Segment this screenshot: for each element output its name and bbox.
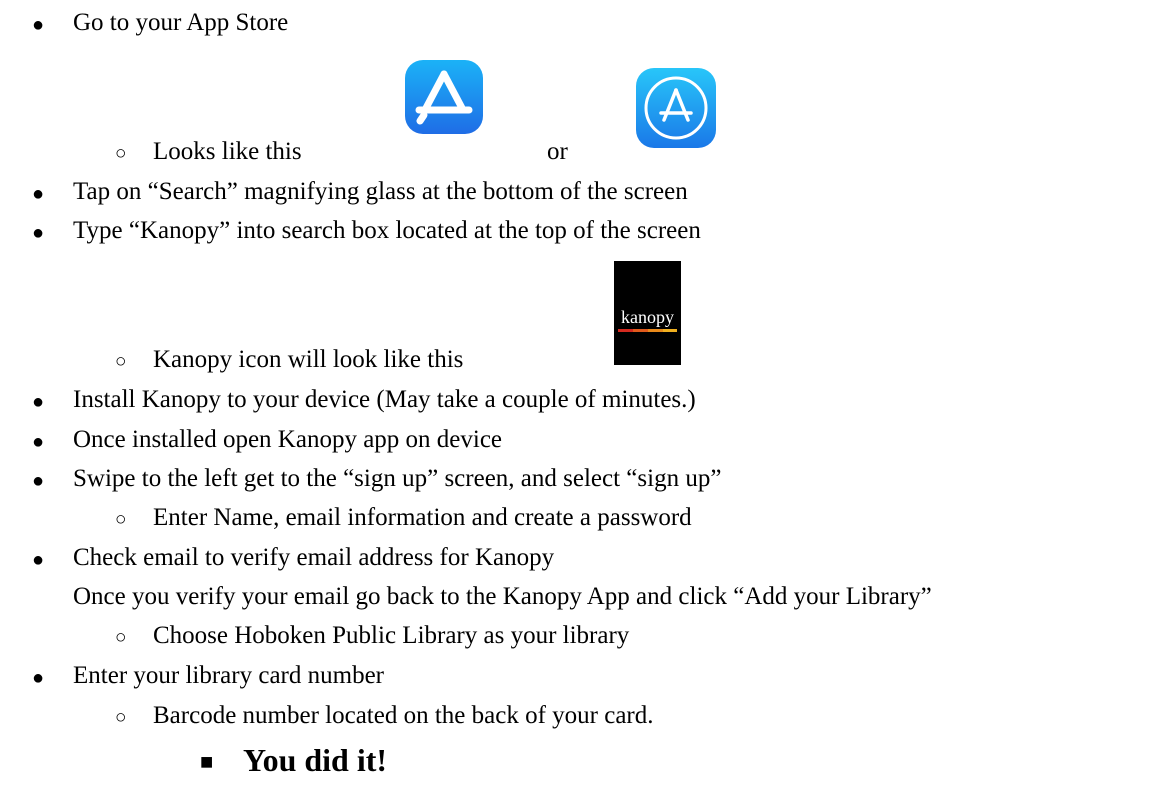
app-store-circle-icon bbox=[636, 68, 716, 148]
step-you-did-it: You did it! bbox=[243, 742, 388, 778]
step-install-kanopy: Install Kanopy to your device (May take … bbox=[73, 386, 696, 413]
bullet-marker: ● bbox=[32, 667, 45, 689]
step-tap-search: Tap on “Search” magnifying glass at the … bbox=[73, 178, 688, 205]
bullet-marker: ● bbox=[32, 222, 45, 244]
circle-marker: ○ bbox=[115, 143, 127, 164]
step-barcode: Barcode number located on the back of yo… bbox=[153, 702, 654, 729]
bullet-marker: ● bbox=[32, 391, 45, 413]
bullet-marker: ● bbox=[32, 470, 45, 492]
step-check-email: Check email to verify email address for … bbox=[73, 544, 555, 571]
step-choose-library: Choose Hoboken Public Library as your li… bbox=[153, 622, 630, 649]
square-marker: ■ bbox=[200, 749, 214, 774]
step-type-kanopy: Type “Kanopy” into search box located at… bbox=[73, 217, 701, 244]
kanopy-logo-icon: kanopy bbox=[614, 261, 681, 365]
step-looks-like-this: Looks like this bbox=[153, 138, 302, 165]
bullet-marker: ● bbox=[32, 549, 45, 571]
bullet-marker: ● bbox=[32, 431, 45, 453]
step-kanopy-icon: Kanopy icon will look like this bbox=[153, 346, 464, 373]
step-go-to-app-store: Go to your App Store bbox=[73, 9, 289, 36]
step-add-library: Once you verify your email go back to th… bbox=[73, 583, 932, 610]
circle-marker: ○ bbox=[115, 351, 127, 372]
step-swipe-sign-up: Swipe to the left get to the “sign up” s… bbox=[73, 465, 722, 492]
step-enter-card: Enter your library card number bbox=[73, 662, 384, 689]
svg-text:kanopy: kanopy bbox=[621, 307, 674, 327]
circle-marker: ○ bbox=[115, 707, 127, 728]
bullet-marker: ● bbox=[32, 183, 45, 205]
circle-marker: ○ bbox=[115, 627, 127, 648]
circle-marker: ○ bbox=[115, 509, 127, 530]
step-open-app: Once installed open Kanopy app on device bbox=[73, 426, 503, 453]
app-store-icon bbox=[405, 60, 483, 134]
bullet-marker: ● bbox=[32, 14, 45, 36]
step-enter-name: Enter Name, email information and create… bbox=[153, 504, 692, 531]
step-or: or bbox=[547, 138, 568, 165]
